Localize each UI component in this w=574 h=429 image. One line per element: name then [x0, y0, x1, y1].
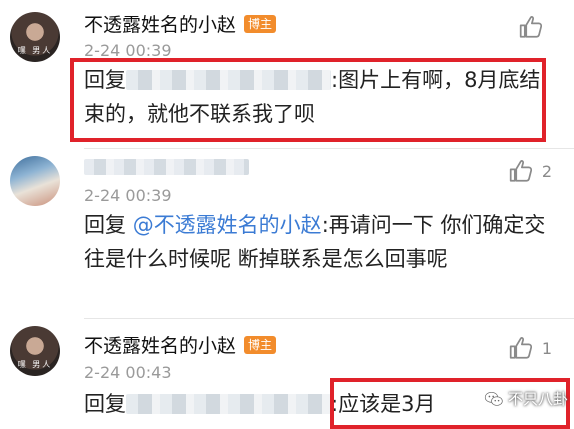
blurred-username	[126, 70, 331, 90]
like-count: 2	[541, 161, 552, 181]
watermark-text: 不只八卦	[507, 390, 568, 408]
avatar-caption: 嘿 男人	[17, 360, 53, 369]
avatar[interactable]: 嘿 男人	[10, 12, 60, 62]
comment-username[interactable]: 不透露姓名的小赵 博主	[84, 331, 277, 358]
reply-content: :应该是3月	[331, 392, 436, 416]
blurred-username	[84, 159, 249, 175]
host-badge: 博主	[244, 336, 277, 354]
reply-prefix: 回复	[84, 213, 126, 237]
like-button[interactable]	[518, 14, 552, 40]
divider	[84, 318, 574, 319]
comment-text: 回复 :应该是3月	[84, 387, 435, 421]
thumbs-up-icon	[519, 16, 543, 38]
thumbs-up-icon	[509, 337, 532, 359]
comment-time: 2-24 00:39	[84, 186, 172, 205]
watermark: 不只八卦	[484, 388, 568, 409]
avatar[interactable]	[10, 156, 60, 206]
avatar[interactable]: 嘿 男人	[10, 326, 60, 376]
avatar-caption: 嘿 男人	[17, 46, 53, 55]
comment-username[interactable]: 不透露姓名的小赵 博主	[84, 10, 277, 37]
divider	[84, 148, 574, 149]
comment-time: 2-24 00:39	[84, 41, 172, 60]
reply-prefix: 回复	[84, 68, 126, 92]
mention-link[interactable]: @不透露姓名的小赵	[133, 213, 322, 237]
wechat-icon	[484, 391, 503, 406]
thumbs-up-icon	[509, 160, 532, 182]
like-button[interactable]: 2	[508, 158, 552, 184]
comment-time: 2-24 00:43	[84, 363, 172, 382]
comment-text: 回复 @不透露姓名的小赵:再请问一下 你们确定交往是什么时候呢 断掉联系是怎么回…	[84, 208, 556, 276]
username-text[interactable]: 不透露姓名的小赵	[84, 335, 236, 357]
reply-prefix: 回复	[84, 392, 126, 416]
username-text[interactable]: 不透露姓名的小赵	[84, 14, 236, 36]
blurred-username	[126, 394, 331, 414]
host-badge: 博主	[244, 15, 277, 33]
like-button[interactable]: 1	[508, 335, 552, 361]
comment-text: 回复:图片上有啊，8月底结束的，就他不联系我了呗	[84, 63, 556, 131]
like-count: 1	[541, 338, 552, 358]
